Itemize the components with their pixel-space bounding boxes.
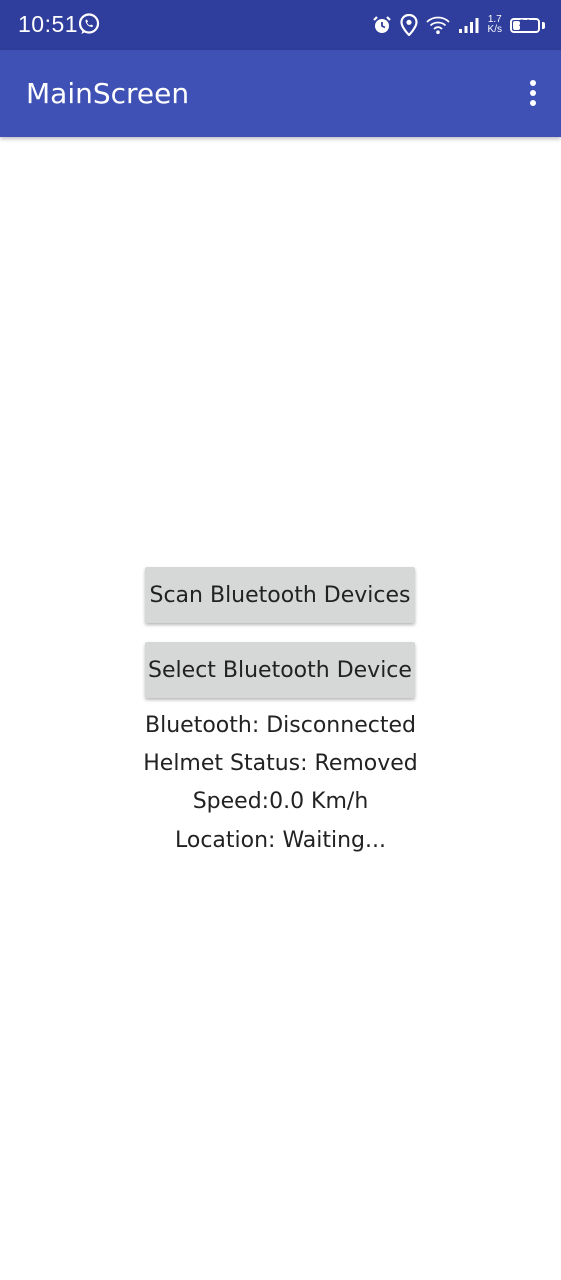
battery-tip xyxy=(542,21,545,29)
menu-dot xyxy=(530,100,536,106)
location-text: Location: Waiting... xyxy=(174,828,387,853)
overflow-menu-icon[interactable] xyxy=(527,80,539,108)
scan-bluetooth-button[interactable]: Scan Bluetooth Devices xyxy=(145,567,415,623)
app-bar: MainScreen xyxy=(0,50,561,137)
status-time: 10:51 xyxy=(18,11,79,37)
menu-dot xyxy=(530,90,536,96)
battery-level: 31 xyxy=(518,17,532,30)
location-icon xyxy=(399,14,418,36)
signal-icon xyxy=(458,18,479,33)
battery-icon: 31 xyxy=(510,17,540,33)
helmet-status-text: Helmet Status: Removed xyxy=(143,751,418,776)
status-bar: 10:51 1.7 K/s 31 xyxy=(0,0,561,50)
app-title: MainScreen xyxy=(26,77,190,110)
bluetooth-status-text: Bluetooth: Disconnected xyxy=(145,713,416,738)
alarm-icon xyxy=(372,16,391,33)
status-icons: 1.7 K/s 31 xyxy=(372,12,545,38)
whatsapp-icon xyxy=(78,13,100,34)
speed-text: Speed:0.0 Km/h xyxy=(192,789,369,814)
menu-dot xyxy=(530,80,536,86)
select-bluetooth-button[interactable]: Select Bluetooth Device xyxy=(145,642,415,698)
wifi-icon xyxy=(425,16,450,34)
network-speed-unit: K/s xyxy=(487,24,502,35)
network-speed: 1.7 K/s xyxy=(488,15,502,35)
